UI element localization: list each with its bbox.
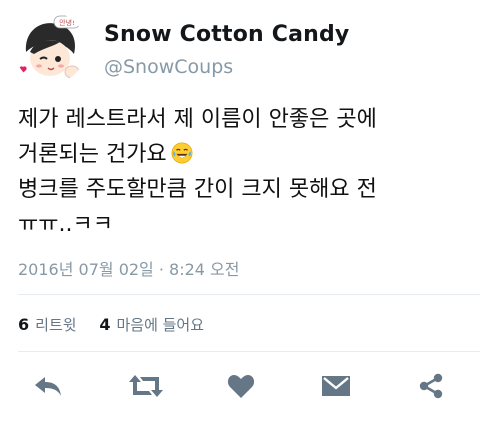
retweet-count[interactable]: 6 bbox=[18, 315, 29, 334]
retweet-button[interactable] bbox=[125, 370, 167, 402]
reply-button[interactable] bbox=[30, 370, 66, 402]
tweet-line: 제가 레스트라서 제 이름이 안좋은 곳에 bbox=[18, 107, 377, 132]
avatar-badge-text: 안녕! bbox=[59, 18, 75, 27]
laughing-tears-emoji-icon bbox=[171, 142, 193, 164]
divider bbox=[18, 294, 480, 295]
tweet-line: 병크를 주도할만큼 간이 크지 못해요 전 bbox=[18, 177, 377, 202]
like-label[interactable]: 마음에 들어요 bbox=[116, 316, 204, 334]
tweet-stats: 6 리트윗 4 마음에 들어요 bbox=[18, 314, 222, 335]
tweet-text: 제가 레스트라서 제 이름이 안좋은 곳에 거론되는 건가요 병크를 주도할만큼… bbox=[18, 102, 470, 242]
share-icon bbox=[419, 373, 443, 399]
reply-icon bbox=[35, 377, 61, 396]
retweet-label[interactable]: 리트윗 bbox=[35, 316, 76, 334]
tweet-line-text: 거론되는 건가요 bbox=[18, 142, 167, 167]
display-name[interactable]: Snow Cotton Candy bbox=[104, 22, 349, 47]
retweet-icon bbox=[129, 375, 163, 397]
divider bbox=[18, 351, 480, 352]
like-count[interactable]: 4 bbox=[99, 315, 110, 334]
tweet-line: 거론되는 건가요 bbox=[18, 137, 470, 172]
avatar[interactable]: 안녕! bbox=[14, 12, 86, 84]
user-handle[interactable]: @SnowCoups bbox=[104, 56, 233, 78]
direct-message-button[interactable] bbox=[318, 370, 354, 402]
avatar-illustration: 안녕! bbox=[14, 12, 86, 84]
tweet-line: ㅠㅠ..ㅋㅋ bbox=[18, 212, 113, 237]
envelope-icon bbox=[322, 376, 350, 396]
tweet-card: 안녕! Snow Cotton Candy @SnowCoups 제가 레스트라… bbox=[0, 0, 480, 421]
like-button[interactable] bbox=[223, 370, 259, 402]
tweet-timestamp[interactable]: 2016년 07월 02일 · 8:24 오전 bbox=[18, 256, 239, 280]
heart-icon bbox=[227, 375, 255, 398]
share-button[interactable] bbox=[413, 370, 449, 402]
